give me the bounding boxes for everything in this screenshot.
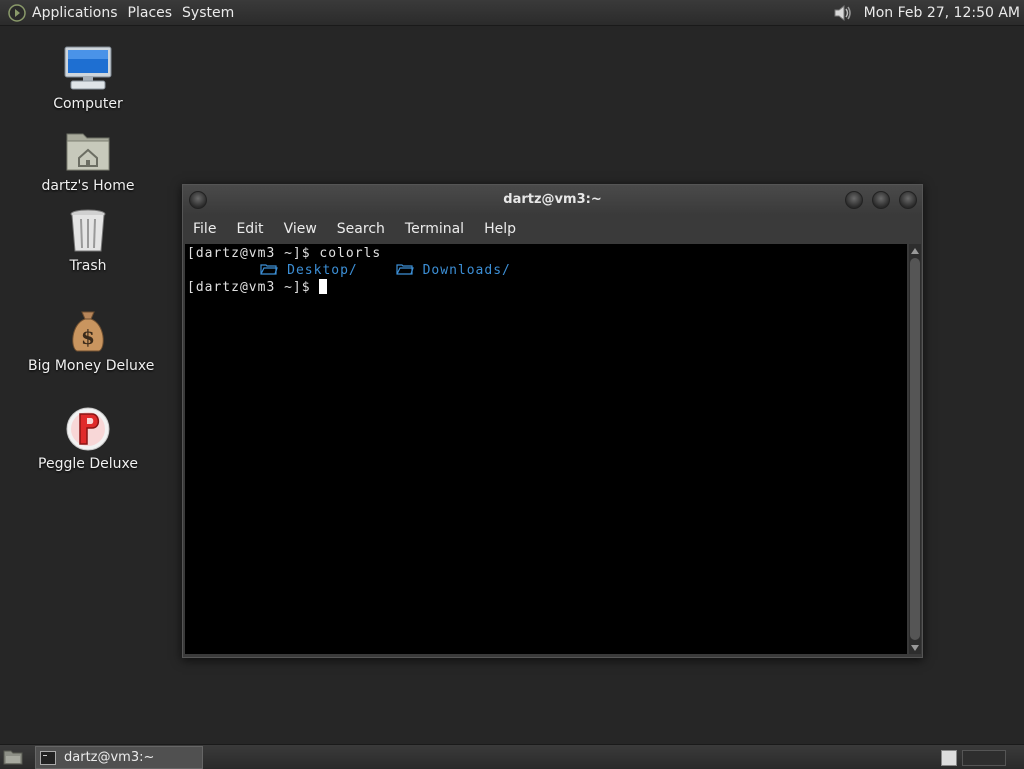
terminal-window[interactable]: dartz@vm3:~ File Edit View Search Termin… [182,184,923,658]
desktop-icon-trash[interactable]: Trash [28,208,148,274]
computer-icon [64,46,112,90]
minimize-button[interactable] [845,191,863,209]
window-menu-button[interactable] [189,191,207,209]
applications-menu[interactable]: Applications [32,5,126,21]
folder-icon [260,264,279,275]
distro-logo-icon[interactable] [8,3,26,22]
show-desktop-icon[interactable] [3,748,23,765]
dir-downloads: Downloads/ [422,263,511,278]
maximize-button[interactable] [872,191,890,209]
clock[interactable]: Mon Feb 27, 12:50 AM [864,5,1020,21]
desktop-icon-label: Trash [69,258,107,274]
menu-help[interactable]: Help [474,221,526,237]
menu-view[interactable]: View [274,221,327,237]
command-line: [dartz@vm3 ~]$ colorls [187,245,907,262]
close-button[interactable] [899,191,917,209]
terminal-output[interactable]: [dartz@vm3 ~]$ colorls Desktop/ Download… [185,244,907,654]
home-folder-icon [66,133,110,171]
trash-icon [70,209,106,252]
system-menu[interactable]: System [182,5,242,21]
scroll-down-arrow-icon[interactable] [911,645,919,651]
menu-terminal[interactable]: Terminal [395,221,474,237]
desktop-icon-computer[interactable]: Computer [28,46,148,112]
terminal-scrollbar[interactable] [909,244,921,654]
taskbar-terminal-button[interactable]: dartz@vm3:~ [35,746,203,769]
scroll-thumb[interactable] [910,258,920,640]
desktop-icon-big-money[interactable]: $ Big Money Deluxe [28,308,154,374]
menu-file[interactable]: File [183,221,226,237]
desktop-icon-label: Peggle Deluxe [38,456,138,472]
dir-desktop: Desktop/ [287,263,358,278]
command-text: colorls [319,246,382,261]
workspace-switcher-2[interactable] [962,750,1006,766]
workspace-switcher-1[interactable] [941,750,957,766]
terminal-titlebar[interactable]: dartz@vm3:~ [183,185,922,215]
terminal-menubar: File Edit View Search Terminal Help [183,215,922,243]
text-cursor [319,279,328,294]
places-menu[interactable]: Places [128,5,181,21]
terminal-icon [40,750,56,765]
folder-icon [396,264,414,275]
prompt: [dartz@vm3 ~]$ [187,280,311,295]
peggle-icon [66,407,110,451]
desktop-icon-label: Computer [53,96,123,112]
desktop-icon-peggle[interactable]: Peggle Deluxe [28,406,148,472]
listing-line: Desktop/ Downloads/ [187,262,907,279]
prompt: [dartz@vm3 ~]$ [187,246,311,261]
top-panel: Applications Places System Mon Feb 27, 1… [0,0,1024,26]
desktop-icon-label: dartz's Home [41,178,135,194]
money-bag-icon: $ [72,311,104,352]
desktop-icon-label: Big Money Deluxe [28,358,155,374]
task-label: dartz@vm3:~ [64,750,155,765]
window-title: dartz@vm3:~ [503,192,602,207]
menu-search[interactable]: Search [327,221,395,237]
svg-text:$: $ [81,325,95,349]
prompt-line: [dartz@vm3 ~]$ [187,279,907,296]
desktop-icon-home[interactable]: dartz's Home [28,128,148,194]
scroll-up-arrow-icon[interactable] [911,248,919,254]
menu-edit[interactable]: Edit [226,221,273,237]
bottom-panel: dartz@vm3:~ [0,744,1024,769]
speaker-icon[interactable] [832,2,854,24]
